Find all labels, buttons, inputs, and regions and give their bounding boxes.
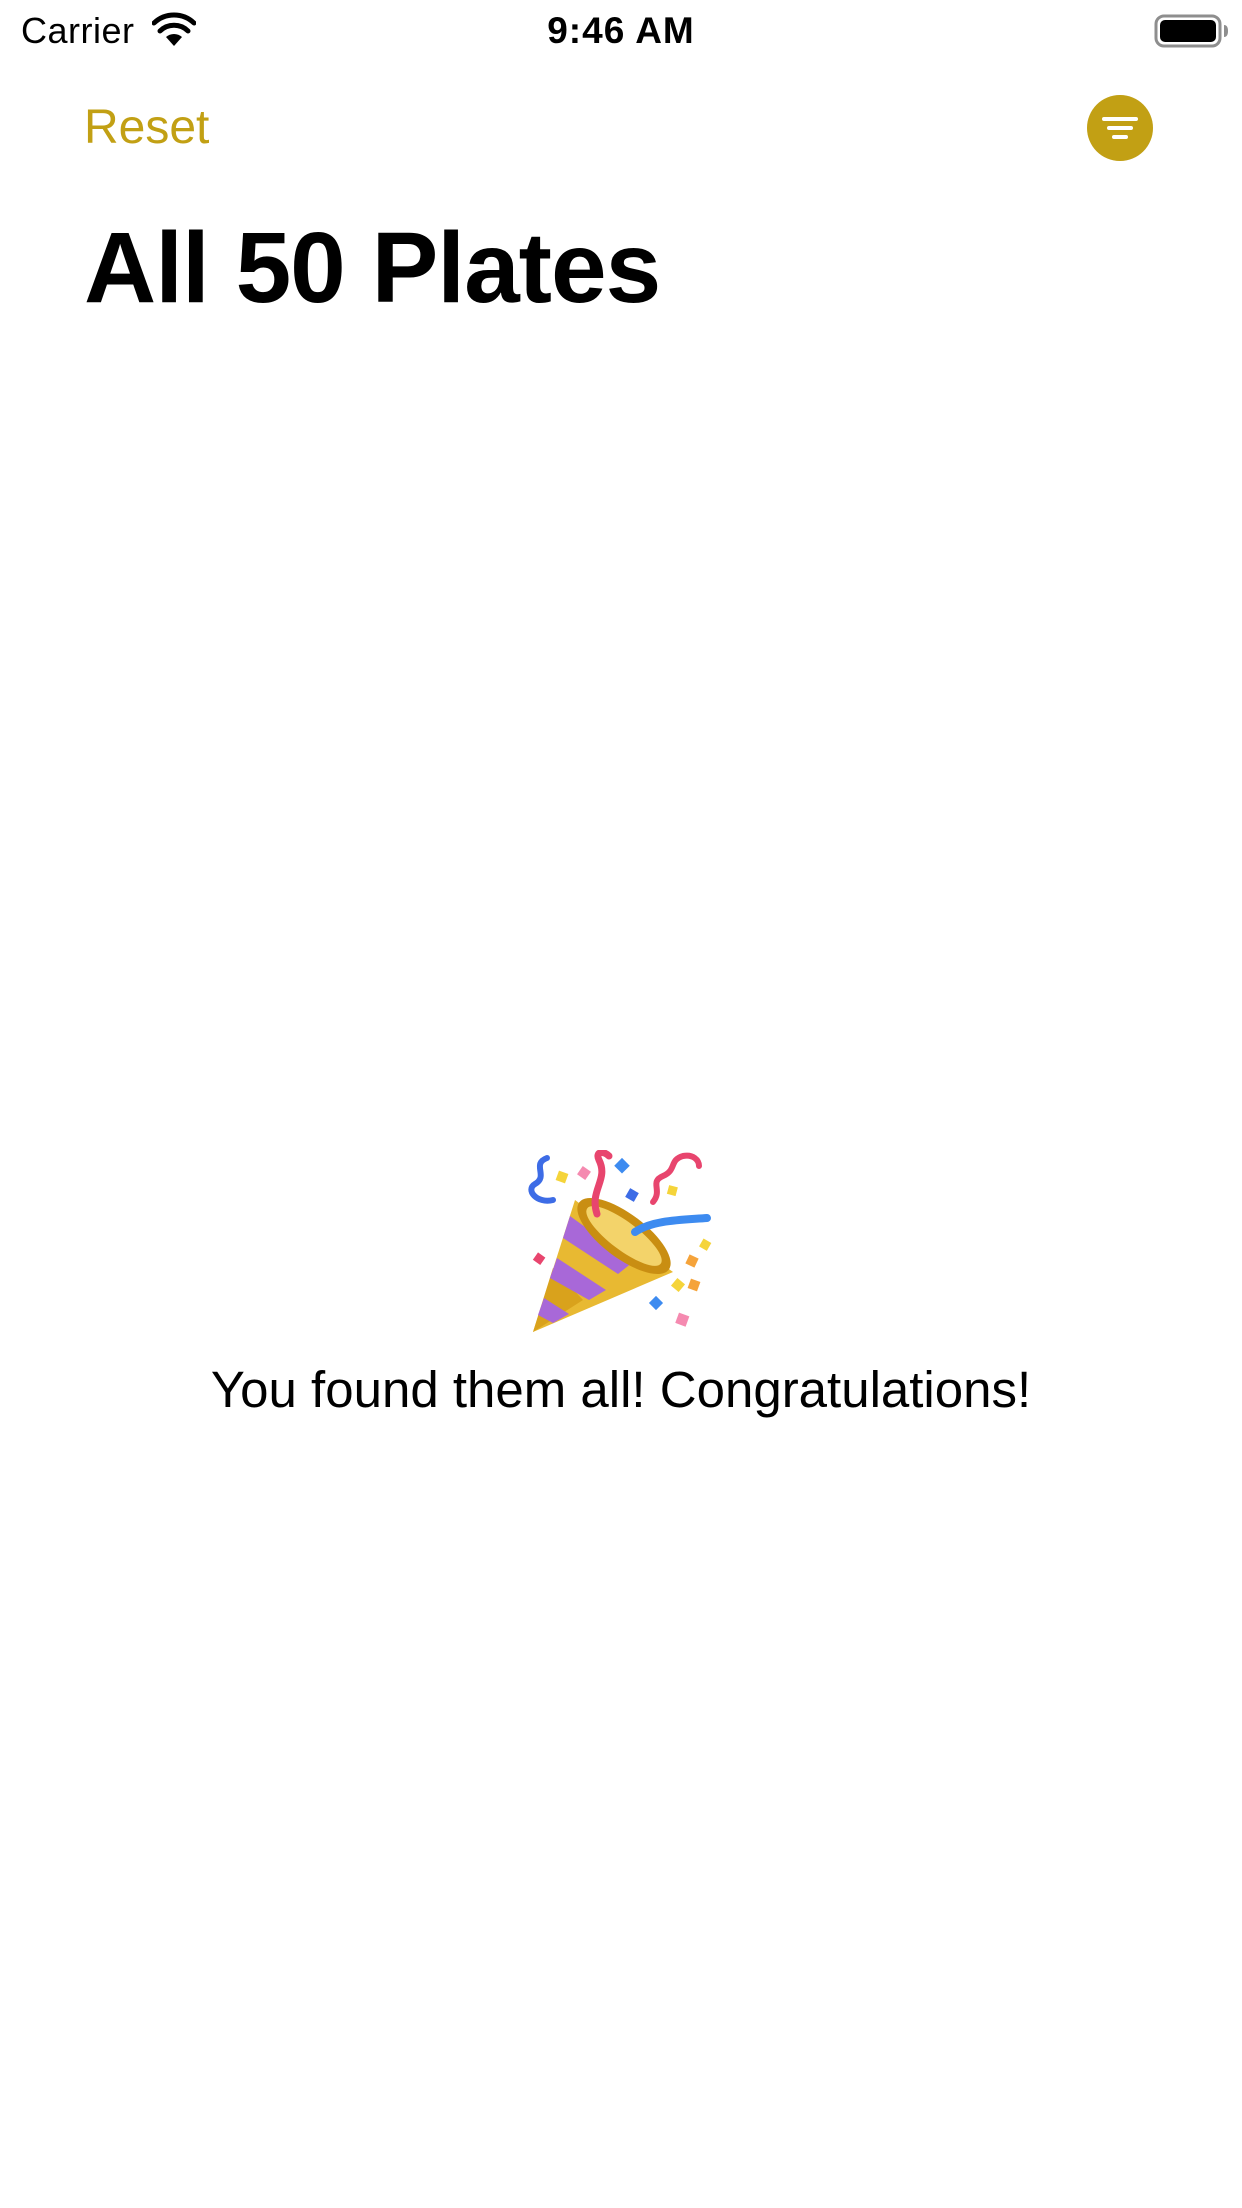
empty-state: You found them all! Congratulations! [0,1149,1242,1422]
party-popper-icon [523,1149,719,1346]
filter-icon [1087,95,1153,161]
reset-button[interactable]: Reset [84,98,209,158]
status-time: 9:46 AM [547,10,695,51]
page-title: All 50 Plates [84,212,661,324]
filter-button[interactable] [1087,95,1153,161]
battery-icon [1154,13,1230,49]
congratulations-message: You found them all! Congratulations! [210,1361,1032,1418]
status-bar: Carrier 9:46 AM [0,0,1242,62]
